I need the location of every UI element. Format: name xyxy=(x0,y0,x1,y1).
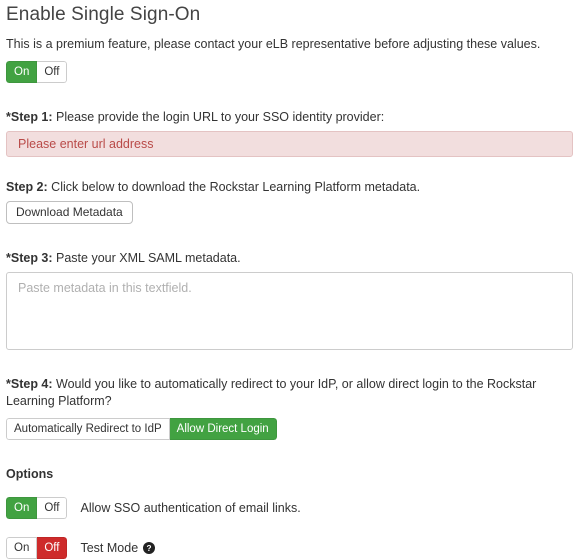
sso-settings-page: Enable Single Sign-On This is a premium … xyxy=(0,0,583,559)
step2-marker: Step 2: xyxy=(6,180,48,194)
step4-toggle-row: Automatically Redirect to IdP Allow Dire… xyxy=(6,418,573,440)
test-mode-option-row: On Off Test Mode ? xyxy=(6,537,573,559)
sso-enable-off-button[interactable]: Off xyxy=(37,61,68,83)
step3-label: *Step 3: Paste your XML SAML metadata. xyxy=(6,250,573,267)
test-mode-toggle-group[interactable]: On Off xyxy=(6,537,68,559)
email-links-toggle-group[interactable]: On Off xyxy=(6,497,68,519)
test-mode-label: Test Mode xyxy=(80,541,139,555)
svg-text:?: ? xyxy=(147,544,152,553)
email-links-option-row: On Off Allow SSO authentication of email… xyxy=(6,497,573,519)
step1-marker: *Step 1: xyxy=(6,110,53,124)
download-metadata-button[interactable]: Download Metadata xyxy=(6,201,133,224)
test-mode-on-button[interactable]: On xyxy=(6,537,38,559)
step3-marker: *Step 3: xyxy=(6,251,53,265)
step3-textarea-wrap xyxy=(6,272,573,350)
intro-text: This is a premium feature, please contac… xyxy=(6,37,541,51)
allow-direct-login-button[interactable]: Allow Direct Login xyxy=(169,418,277,440)
sso-login-url-input[interactable] xyxy=(6,131,573,157)
sso-enable-on-button[interactable]: On xyxy=(6,61,38,83)
page-title: Enable Single Sign-On xyxy=(6,4,201,25)
step1-text: Please provide the login URL to your SSO… xyxy=(52,110,385,124)
email-links-on-button[interactable]: On xyxy=(6,497,38,519)
email-links-label: Allow SSO authentication of email links. xyxy=(80,501,301,515)
step2-label: Step 2: Click below to download the Rock… xyxy=(6,179,573,196)
automatically-redirect-to-idp-button[interactable]: Automatically Redirect to IdP xyxy=(6,418,170,440)
question-circle-icon[interactable]: ? xyxy=(143,542,156,554)
test-mode-off-button[interactable]: Off xyxy=(37,537,68,559)
step4-marker: *Step 4: xyxy=(6,377,53,391)
saml-metadata-textarea[interactable] xyxy=(6,272,573,350)
sso-enable-toggle-group[interactable]: On Off xyxy=(6,61,68,83)
test-mode-label-wrap: Test Mode ? xyxy=(80,540,156,556)
step4-label: *Step 4: Would you like to automatically… xyxy=(6,376,573,410)
step3-text: Paste your XML SAML metadata. xyxy=(52,251,241,265)
options-heading: Options xyxy=(6,467,54,481)
step2-text: Click below to download the Rockstar Lea… xyxy=(47,180,421,194)
email-links-off-button[interactable]: Off xyxy=(37,497,68,519)
login-mode-toggle-group[interactable]: Automatically Redirect to IdP Allow Dire… xyxy=(6,418,277,440)
sso-enable-toggle-row: On Off xyxy=(6,61,573,83)
step1-label: *Step 1: Please provide the login URL to… xyxy=(6,109,573,126)
step2-button-wrap: Download Metadata xyxy=(6,201,573,224)
step1-input-wrap xyxy=(6,131,573,157)
step4-text: Would you like to automatically redirect… xyxy=(6,377,537,408)
